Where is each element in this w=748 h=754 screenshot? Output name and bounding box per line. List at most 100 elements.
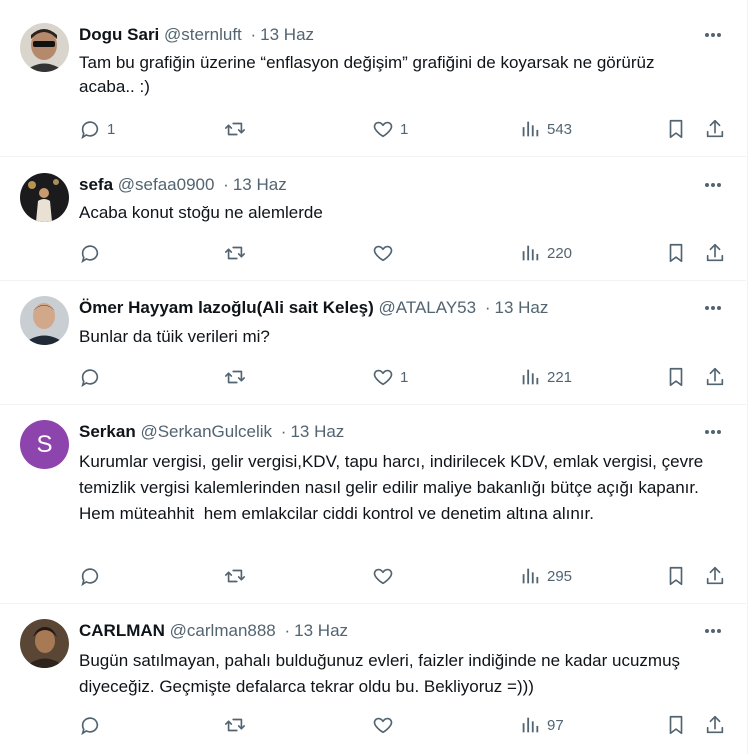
like-button[interactable]: 1 — [372, 365, 408, 389]
tweet[interactable]: Dogu Sari @sternluft · 13 Haz Tam bu graf… — [0, 0, 746, 157]
views-button[interactable]: 97 — [519, 713, 564, 737]
separator-dot: · — [223, 175, 229, 194]
retweet-button[interactable] — [224, 713, 252, 737]
tweet[interactable]: Ömer Hayyam lazoğlu(Ali sait Keleş) @ATA… — [0, 281, 746, 405]
bookmark-button[interactable] — [665, 117, 687, 141]
more-options-button[interactable] — [702, 174, 724, 196]
reply-icon — [81, 121, 99, 140]
tweet-actions: 1 221 — [0, 365, 746, 389]
timestamp[interactable]: 13 Haz — [294, 621, 348, 640]
share-icon — [706, 367, 724, 386]
bookmark-button[interactable] — [665, 564, 687, 588]
bookmark-icon — [669, 119, 683, 139]
tweet-header: Ömer Hayyam lazoğlu(Ali sait Keleş) @ATA… — [79, 297, 548, 319]
views-button[interactable]: 543 — [519, 117, 572, 141]
views-button[interactable]: 221 — [519, 365, 572, 389]
bookmark-icon — [669, 243, 683, 263]
more-icon — [705, 306, 721, 310]
bookmark-button[interactable] — [665, 241, 687, 265]
views-button[interactable]: 295 — [519, 564, 572, 588]
share-icon — [706, 243, 724, 262]
tweet[interactable]: S Serkan @SerkanGulcelik · 13 Haz Kurumla… — [0, 405, 746, 604]
user-handle[interactable]: @ATALAY53 — [379, 298, 477, 317]
reply-icon — [81, 717, 99, 736]
view-count: 543 — [547, 120, 573, 138]
tweet-actions: 295 — [0, 564, 746, 588]
like-count: 1 — [400, 120, 409, 138]
retweet-icon — [225, 569, 245, 583]
avatar[interactable]: S — [20, 420, 69, 469]
display-name[interactable]: CARLMAN — [79, 621, 165, 640]
reply-icon — [81, 369, 99, 388]
view-count: 97 — [547, 716, 564, 734]
share-button[interactable] — [704, 117, 726, 141]
share-icon — [706, 566, 724, 585]
tweet[interactable]: sefa @sefaa0900 · 13 Haz Acaba konut stoğ… — [0, 157, 746, 281]
tweet-text: Tam bu grafiğin üzerine “enflasyon değiş… — [79, 53, 660, 96]
retweet-icon — [225, 122, 245, 136]
like-count: 1 — [400, 368, 409, 386]
display-name[interactable]: Ömer Hayyam lazoğlu(Ali sait Keleş) — [79, 298, 374, 317]
avatar[interactable] — [20, 23, 69, 72]
timestamp[interactable]: 13 Haz — [290, 422, 344, 441]
bookmark-button[interactable] — [665, 713, 687, 737]
display-name[interactable]: Serkan — [79, 422, 136, 441]
reply-feed: Dogu Sari @sternluft · 13 Haz Tam bu graf… — [0, 0, 748, 754]
reply-button[interactable] — [79, 564, 107, 588]
share-button[interactable] — [704, 564, 726, 588]
like-button[interactable]: 1 — [372, 117, 408, 141]
timestamp[interactable]: 13 Haz — [233, 175, 287, 194]
retweet-icon — [225, 370, 245, 384]
tweet-text: Bugün satılmayan, pahalı bulduğunuz evle… — [79, 651, 685, 696]
more-options-button[interactable] — [702, 421, 724, 443]
tweet-text: Bunlar da tüik verileri mi? — [79, 327, 270, 346]
user-handle[interactable]: @SerkanGulcelik — [140, 422, 272, 441]
display-name[interactable]: sefa — [79, 175, 113, 194]
retweet-button[interactable] — [224, 117, 252, 141]
share-button[interactable] — [704, 365, 726, 389]
reply-button[interactable]: 1 — [79, 117, 115, 141]
retweet-button[interactable] — [224, 365, 252, 389]
views-icon — [522, 717, 539, 733]
tweet[interactable]: CARLMAN @carlman888 · 13 Haz Bugün satılm… — [0, 604, 746, 754]
tweet-actions: 1 1 543 — [0, 117, 746, 141]
separator-dot: · — [284, 621, 291, 640]
like-button[interactable] — [372, 564, 400, 588]
bookmark-icon — [669, 566, 683, 586]
like-button[interactable] — [372, 713, 400, 737]
tweet-actions: 97 — [0, 713, 746, 737]
display-name[interactable]: Dogu Sari — [79, 25, 159, 44]
views-button[interactable]: 220 — [519, 241, 572, 265]
tweet-header: CARLMAN @carlman888 · 13 Haz — [79, 620, 348, 642]
more-options-button[interactable] — [702, 620, 724, 642]
share-icon — [706, 119, 724, 138]
avatar-letter: S — [36, 430, 53, 458]
retweet-icon — [225, 246, 245, 260]
timestamp[interactable]: 13 Haz — [495, 298, 549, 317]
view-count: 220 — [547, 244, 573, 262]
reply-button[interactable] — [79, 365, 107, 389]
views-icon — [522, 121, 539, 137]
user-handle[interactable]: @carlman888 — [170, 621, 276, 640]
avatar[interactable] — [20, 619, 69, 668]
timestamp[interactable]: 13 Haz — [260, 25, 314, 44]
more-options-button[interactable] — [702, 297, 724, 319]
like-button[interactable] — [372, 241, 400, 265]
share-button[interactable] — [704, 241, 726, 265]
retweet-button[interactable] — [224, 564, 252, 588]
reply-button[interactable] — [79, 241, 107, 265]
retweet-button[interactable] — [224, 241, 252, 265]
avatar[interactable] — [20, 296, 69, 345]
avatar[interactable] — [20, 173, 69, 222]
heart-icon — [373, 369, 393, 386]
more-icon — [705, 430, 721, 434]
user-handle[interactable]: @sternluft — [164, 25, 242, 44]
share-button[interactable] — [704, 713, 726, 737]
user-handle[interactable]: @sefaa0900 — [118, 175, 215, 194]
heart-icon — [373, 568, 393, 585]
more-options-button[interactable] — [702, 24, 724, 46]
more-icon — [705, 629, 721, 633]
bookmark-button[interactable] — [665, 365, 687, 389]
tweet-header: Serkan @SerkanGulcelik · 13 Haz — [79, 421, 344, 443]
reply-button[interactable] — [79, 713, 107, 737]
